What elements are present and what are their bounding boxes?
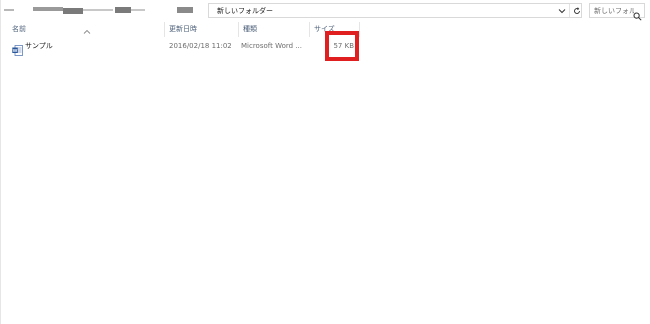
word-document-icon: W (12, 41, 23, 56)
search-icon[interactable] (633, 6, 642, 21)
nav-segment (63, 8, 83, 14)
navigation-bar: 新しいフォルダー 新しいフォル... (1, 0, 650, 22)
file-type: Microsoft Word ... (241, 42, 302, 50)
svg-text:W: W (13, 48, 18, 54)
recent-locations-button[interactable] (115, 7, 131, 13)
search-input[interactable]: 新しいフォル... (594, 5, 634, 17)
back-button[interactable] (4, 9, 14, 11)
chevron-down-icon[interactable] (556, 4, 568, 17)
explorer-window: 新しいフォルダー 新しいフォル... (0, 0, 650, 324)
column-divider (359, 22, 360, 37)
refresh-icon[interactable] (569, 4, 583, 17)
column-name[interactable]: 名前 (12, 22, 164, 37)
up-button[interactable] (177, 7, 193, 13)
column-type[interactable]: 種類 (238, 22, 309, 37)
address-bar[interactable]: 新しいフォルダー (208, 3, 582, 18)
navigation-buttons (1, 0, 206, 22)
file-date: 2016/02/18 11:02 (169, 42, 232, 50)
highlight-box (325, 31, 359, 61)
column-date-modified[interactable]: 更新日時 (164, 22, 238, 37)
nav-segment (131, 9, 145, 11)
forward-button[interactable] (33, 7, 63, 11)
address-path[interactable]: 新しいフォルダー (217, 5, 273, 17)
nav-segment (83, 9, 113, 11)
file-name[interactable]: サンプル (25, 39, 53, 54)
search-box[interactable]: 新しいフォル... (589, 3, 645, 21)
